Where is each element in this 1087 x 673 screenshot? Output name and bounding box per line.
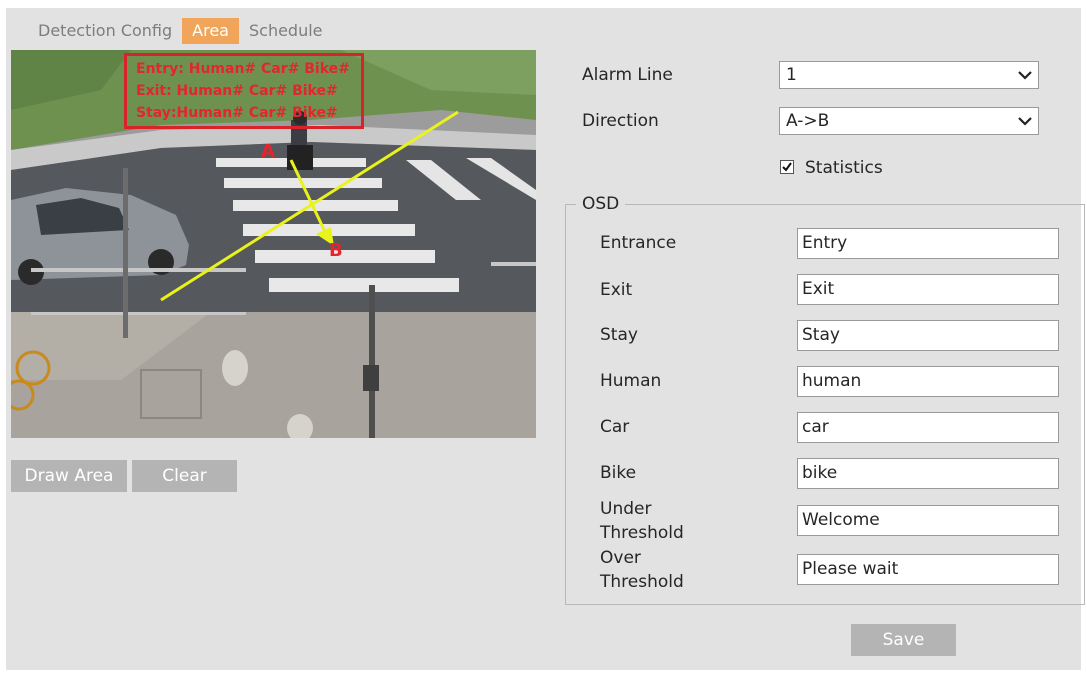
marker-b: B [329, 240, 343, 261]
osd-legend: OSD [576, 194, 626, 214]
marker-a: A [261, 141, 275, 162]
car-input[interactable]: car [797, 412, 1059, 443]
save-button[interactable]: Save [851, 624, 956, 656]
tab-bar: Detection Config Area Schedule [28, 18, 333, 44]
draw-area-button[interactable]: Draw Area [11, 460, 127, 492]
tab-area[interactable]: Area [182, 18, 239, 44]
human-input[interactable]: human [797, 366, 1059, 397]
alarm-line-value: 1 [786, 65, 797, 85]
osd-fieldset [565, 204, 1085, 605]
under-threshold-label-line1: Under [600, 499, 652, 519]
statistics-label: Statistics [805, 158, 883, 178]
alarm-line-label: Alarm Line [582, 65, 673, 85]
over-threshold-label-line2: Threshold [600, 572, 684, 592]
over-threshold-input[interactable]: Please wait [797, 554, 1059, 585]
exit-label: Exit [600, 280, 633, 300]
tab-schedule[interactable]: Schedule [239, 18, 333, 44]
chevron-down-icon [1018, 117, 1032, 126]
entrance-input[interactable]: Entry [797, 228, 1059, 259]
osd-counter-overlay: Entry: Human# Car# Bike# Exit: Human# Ca… [124, 53, 364, 129]
overlay-exit-line: Exit: Human# Car# Bike# [136, 83, 338, 99]
overlay-entry-line: Entry: Human# Car# Bike# [136, 61, 350, 77]
bike-label: Bike [600, 463, 637, 483]
camera-preview[interactable]: Entry: Human# Car# Bike# Exit: Human# Ca… [11, 50, 536, 438]
direction-label: Direction [582, 111, 659, 131]
stay-input[interactable]: Stay [797, 320, 1059, 351]
car-label: Car [600, 417, 630, 437]
clear-button[interactable]: Clear [132, 460, 237, 492]
entrance-label: Entrance [600, 233, 677, 253]
stay-label: Stay [600, 325, 638, 345]
under-threshold-input[interactable]: Welcome [797, 505, 1059, 536]
overlay-stay-line: Stay:Human# Car# Bike# [136, 105, 338, 121]
direction-select[interactable]: A->B [779, 107, 1039, 135]
tab-detection-config[interactable]: Detection Config [28, 18, 182, 44]
alarm-line-select[interactable]: 1 [779, 61, 1039, 89]
exit-input[interactable]: Exit [797, 274, 1059, 305]
human-label: Human [600, 371, 662, 391]
checkmark-icon [782, 162, 792, 172]
statistics-checkbox[interactable] [780, 160, 794, 174]
under-threshold-label-line2: Threshold [600, 523, 684, 543]
direction-value: A->B [786, 111, 830, 131]
chevron-down-icon [1018, 71, 1032, 80]
bike-input[interactable]: bike [797, 458, 1059, 489]
over-threshold-label-line1: Over [600, 548, 641, 568]
